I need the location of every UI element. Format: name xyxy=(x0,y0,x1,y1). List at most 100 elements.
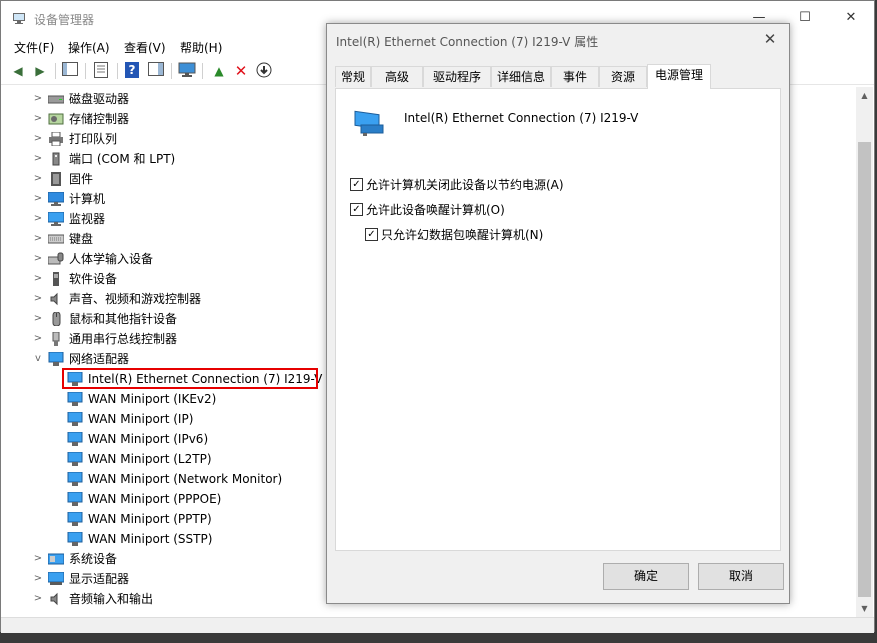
checkmark-icon[interactable]: ✓ xyxy=(365,228,378,241)
tree-item-label: 磁盘驱动器 xyxy=(69,92,130,106)
chevron-down-icon[interactable]: v xyxy=(33,349,43,369)
action-pane-icon[interactable] xyxy=(147,62,165,80)
dialog-title: Intel(R) Ethernet Connection (7) I219-V … xyxy=(336,35,599,49)
chevron-right-icon[interactable]: > xyxy=(33,189,43,209)
chevron-right-icon[interactable]: > xyxy=(33,129,43,149)
toolbar-separator xyxy=(85,63,86,79)
scrollbar-thumb[interactable] xyxy=(858,142,871,597)
keyboard-icon xyxy=(48,234,64,244)
tab-advanced[interactable]: 高级 xyxy=(371,66,423,87)
show-hide-tree-icon[interactable] xyxy=(61,62,79,80)
scroll-up-icon[interactable]: ▲ xyxy=(856,87,873,104)
tree-item-label: 声音、视频和游戏控制器 xyxy=(69,292,202,306)
usb-icon xyxy=(52,332,60,346)
checkmark-icon[interactable]: ✓ xyxy=(350,203,363,216)
chevron-right-icon[interactable]: > xyxy=(33,89,43,109)
chevron-right-icon[interactable]: > xyxy=(33,229,43,249)
tree-item-label: 系统设备 xyxy=(69,552,118,566)
monitor-icon xyxy=(48,212,64,226)
scroll-down-icon[interactable]: ▼ xyxy=(856,600,873,617)
tree-item-label: 鼠标和其他指针设备 xyxy=(69,312,178,326)
tree-item-label: WAN Miniport (SSTP) xyxy=(88,532,213,546)
menu-view[interactable]: 查看(V) xyxy=(124,39,166,56)
chevron-right-icon[interactable]: > xyxy=(33,109,43,129)
tab-general[interactable]: 常规 xyxy=(335,66,371,87)
forward-arrow-icon[interactable]: ▶ xyxy=(31,62,49,80)
tab-driver[interactable]: 驱动程序 xyxy=(423,66,491,87)
computer-icon xyxy=(48,192,64,206)
tree-item-label: 软件设备 xyxy=(69,272,118,286)
tab-events[interactable]: 事件 xyxy=(551,66,599,87)
menu-file[interactable]: 文件(F) xyxy=(14,39,54,56)
audio-io-icon xyxy=(50,592,58,606)
disable-device-icon[interactable] xyxy=(255,62,273,80)
tree-item-label: WAN Miniport (IKEv2) xyxy=(88,392,217,406)
device-name: Intel(R) Ethernet Connection (7) I219-V xyxy=(404,111,639,125)
network-adapter-icon xyxy=(48,352,64,366)
port-icon xyxy=(52,152,60,166)
help-icon[interactable]: ? xyxy=(125,62,139,78)
tree-item-label: WAN Miniport (IPv6) xyxy=(88,432,209,446)
chevron-right-icon[interactable]: > xyxy=(33,589,43,609)
network-card-icon xyxy=(67,492,83,506)
system-device-icon xyxy=(48,553,64,565)
back-arrow-icon[interactable]: ◀ xyxy=(9,62,27,80)
dialog-close-button[interactable]: ✕ xyxy=(759,28,781,50)
tree-item-label: 存储控制器 xyxy=(69,112,130,126)
checkmark-icon[interactable]: ✓ xyxy=(350,178,363,191)
tree-item-label: WAN Miniport (Network Monitor) xyxy=(88,472,283,486)
chevron-right-icon[interactable]: > xyxy=(33,249,43,269)
selected-device-highlight xyxy=(62,368,318,389)
uninstall-icon[interactable]: ✕ xyxy=(232,62,250,80)
chevron-right-icon[interactable]: > xyxy=(33,549,43,569)
network-card-icon xyxy=(67,472,83,486)
properties-icon[interactable] xyxy=(92,62,110,80)
update-driver-icon[interactable]: ▲ xyxy=(210,62,228,80)
ok-button[interactable]: 确定 xyxy=(603,563,689,590)
properties-dialog: Intel(R) Ethernet Connection (7) I219-V … xyxy=(326,23,790,604)
sound-icon xyxy=(50,292,58,306)
mouse-icon xyxy=(52,312,61,326)
storage-controller-icon xyxy=(48,113,64,125)
chevron-right-icon[interactable]: > xyxy=(33,289,43,309)
chevron-right-icon[interactable]: > xyxy=(33,309,43,329)
tree-item-label: 监视器 xyxy=(69,212,106,226)
network-card-icon xyxy=(67,532,83,546)
tree-item-label: 显示适配器 xyxy=(69,572,130,586)
tree-item-label: 计算机 xyxy=(69,192,106,206)
scan-hardware-icon[interactable] xyxy=(178,62,196,80)
menu-action[interactable]: 操作(A) xyxy=(68,39,110,56)
cancel-button[interactable]: 取消 xyxy=(698,563,784,590)
tree-item-label: 通用串行总线控制器 xyxy=(69,332,178,346)
tree-item-label: 网络适配器 xyxy=(69,352,130,366)
disk-drive-icon xyxy=(48,95,64,104)
toolbar-separator xyxy=(55,63,56,79)
checkbox-label: 只允许幻数据包唤醒计算机(N) xyxy=(381,228,544,242)
display-adapter-icon xyxy=(48,572,64,585)
tab-details[interactable]: 详细信息 xyxy=(491,66,551,87)
hid-icon xyxy=(48,252,64,265)
chevron-right-icon[interactable]: > xyxy=(33,569,43,589)
chevron-right-icon[interactable]: > xyxy=(33,329,43,349)
software-device-icon xyxy=(53,272,59,286)
close-button[interactable]: ✕ xyxy=(828,1,874,35)
network-card-icon xyxy=(67,432,83,446)
chevron-right-icon[interactable]: > xyxy=(33,269,43,289)
network-card-icon xyxy=(67,412,83,426)
chevron-right-icon[interactable]: > xyxy=(33,209,43,229)
vertical-scrollbar[interactable]: ▲ ▼ xyxy=(856,87,873,617)
tree-item-label: WAN Miniport (IP) xyxy=(88,412,194,426)
dialog-tabs: 常规 高级 驱动程序 详细信息 事件 资源 电源管理 xyxy=(335,64,781,89)
tab-resources[interactable]: 资源 xyxy=(599,66,647,87)
network-card-icon xyxy=(354,110,384,136)
menu-help[interactable]: 帮助(H) xyxy=(180,39,222,56)
tree-item-label: 人体学输入设备 xyxy=(69,252,154,266)
network-card-icon xyxy=(67,392,83,406)
tree-item-label: 固件 xyxy=(69,172,94,186)
network-card-icon xyxy=(67,452,83,466)
tree-item-label: 键盘 xyxy=(69,232,94,246)
toolbar-separator xyxy=(117,63,118,79)
chevron-right-icon[interactable]: > xyxy=(33,149,43,169)
tab-power-management[interactable]: 电源管理 xyxy=(647,64,711,89)
chevron-right-icon[interactable]: > xyxy=(33,169,43,189)
